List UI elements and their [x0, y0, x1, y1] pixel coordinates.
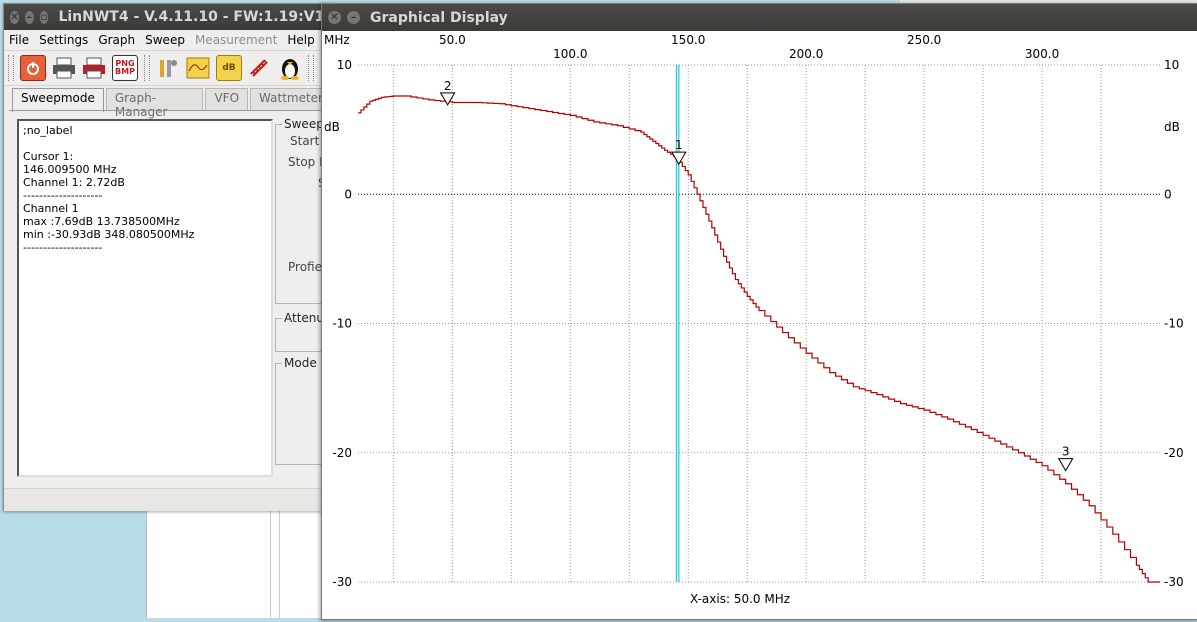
x-unit-label: MHz: [324, 33, 350, 47]
marker-triangle: [670, 151, 687, 166]
close-icon[interactable]: ✕: [10, 10, 19, 24]
marker-label: 1: [675, 138, 683, 152]
toolbar: PNG BMP dB: [4, 51, 334, 86]
graph-titlebar[interactable]: ✕ – Graphical Display: [322, 4, 1197, 31]
linnwt-main-window: ✕ – ▫ LinNWT4 - V.4.11.10 - FW:1.19:V10 …: [3, 3, 336, 511]
tab-wattmeter[interactable]: Wattmeter: [250, 88, 332, 110]
toolbar-separator: [144, 55, 150, 81]
background-divider: [270, 508, 280, 618]
x-tick-label: 100.0: [553, 47, 587, 61]
minimize-icon[interactable]: –: [24, 10, 34, 24]
marker-label: 3: [1062, 445, 1070, 459]
main-window-title: LinNWT4 - V.4.11.10 - FW:1.19:V10: [58, 9, 335, 25]
tab-bar: Sweepmode Graph-Manager VFO Wattmeter: [12, 88, 334, 119]
y-tick-label-right: -30: [1164, 575, 1184, 589]
y-tick-label-left: 0: [344, 187, 352, 201]
marker-triangle: [1057, 458, 1074, 472]
menu-file[interactable]: File: [4, 33, 34, 47]
sweep-plot[interactable]: 50.0 100.0 150.0 200.0 250.0 300.0 10 10 0 0 -10 -1…: [322, 31, 1197, 619]
linux-penguin-icon[interactable]: [278, 56, 302, 80]
y-tick-label-left: 10: [337, 58, 352, 72]
toolbar-separator-end: [308, 55, 314, 81]
graph-area[interactable]: 50.0 100.0 150.0 200.0 250.0 300.0 10 10 0 0 -10 -1…: [322, 31, 1197, 619]
y-tick-label-right: 10: [1164, 58, 1179, 72]
graph-window-title: Graphical Display: [370, 9, 508, 26]
menu-measurement[interactable]: Measurement: [190, 33, 282, 47]
start-label: Start: [290, 134, 320, 148]
profile-label: Profie: [288, 260, 322, 274]
x-tick-label: 50.0: [439, 33, 466, 47]
y-unit-label-left: dB: [324, 120, 340, 134]
marker-label: 2: [444, 79, 452, 93]
printer-color-icon[interactable]: [82, 56, 106, 80]
menu-graph[interactable]: Graph: [93, 33, 140, 47]
tab-vfo[interactable]: VFO: [205, 88, 249, 110]
db-icon[interactable]: dB: [216, 55, 242, 81]
y-tick-label-right: -10: [1164, 317, 1184, 331]
chart-icon[interactable]: [186, 56, 210, 80]
power-icon[interactable]: [20, 55, 46, 81]
tab-sweepmode[interactable]: Sweepmode: [12, 88, 104, 112]
status-bar: [4, 488, 334, 511]
y-tick-label-left: -30: [332, 575, 352, 589]
menu-sweep[interactable]: Sweep: [140, 33, 190, 47]
graph-minimize-icon[interactable]: –: [347, 11, 360, 24]
png-bmp-export-icon[interactable]: PNG BMP: [112, 55, 138, 81]
tab-graph-manager[interactable]: Graph-Manager: [105, 88, 204, 119]
menubar: File Settings Graph Sweep Measurement He…: [4, 30, 334, 51]
info-textbox[interactable]: ;no_label Cursor 1: 146.009500 MHz Chann…: [17, 119, 273, 477]
y-unit-label-right: dB: [1164, 120, 1180, 134]
x-tick-label: 300.0: [1025, 47, 1059, 61]
menu-settings[interactable]: Settings: [34, 33, 93, 47]
maximize-icon[interactable]: ▫: [39, 10, 49, 24]
probe-icon[interactable]: [248, 56, 272, 80]
tools-icon[interactable]: [156, 56, 180, 80]
sweep-group-title: Sweep: [282, 117, 326, 131]
y-tick-label-right: -20: [1164, 446, 1184, 460]
x-tick-label: 200.0: [789, 47, 823, 61]
channel-1-trace: [358, 95, 1160, 583]
x-tick-label: 150.0: [671, 33, 705, 47]
main-titlebar[interactable]: ✕ – ▫ LinNWT4 - V.4.11.10 - FW:1.19:V10: [4, 4, 334, 30]
x-tick-label: 250.0: [907, 33, 941, 47]
graph-close-icon[interactable]: ✕: [328, 11, 341, 24]
sweepmode-panel: ;no_label Cursor 1: 146.009500 MHz Chann…: [9, 110, 336, 481]
y-tick-label-right: 0: [1164, 187, 1172, 201]
graphical-display-window: ✕ – Graphical Display 50.0 100.0 150.0 200.…: [321, 3, 1197, 620]
toolbar-handle[interactable]: [8, 55, 14, 81]
printer-icon[interactable]: [52, 56, 76, 80]
x-axis-label: X-axis: 50.0 MHz: [690, 592, 790, 606]
background-window: [146, 508, 327, 618]
y-tick-label-left: -20: [332, 446, 352, 460]
y-tick-label-left: -10: [332, 317, 352, 331]
menu-help[interactable]: Help: [282, 33, 319, 47]
